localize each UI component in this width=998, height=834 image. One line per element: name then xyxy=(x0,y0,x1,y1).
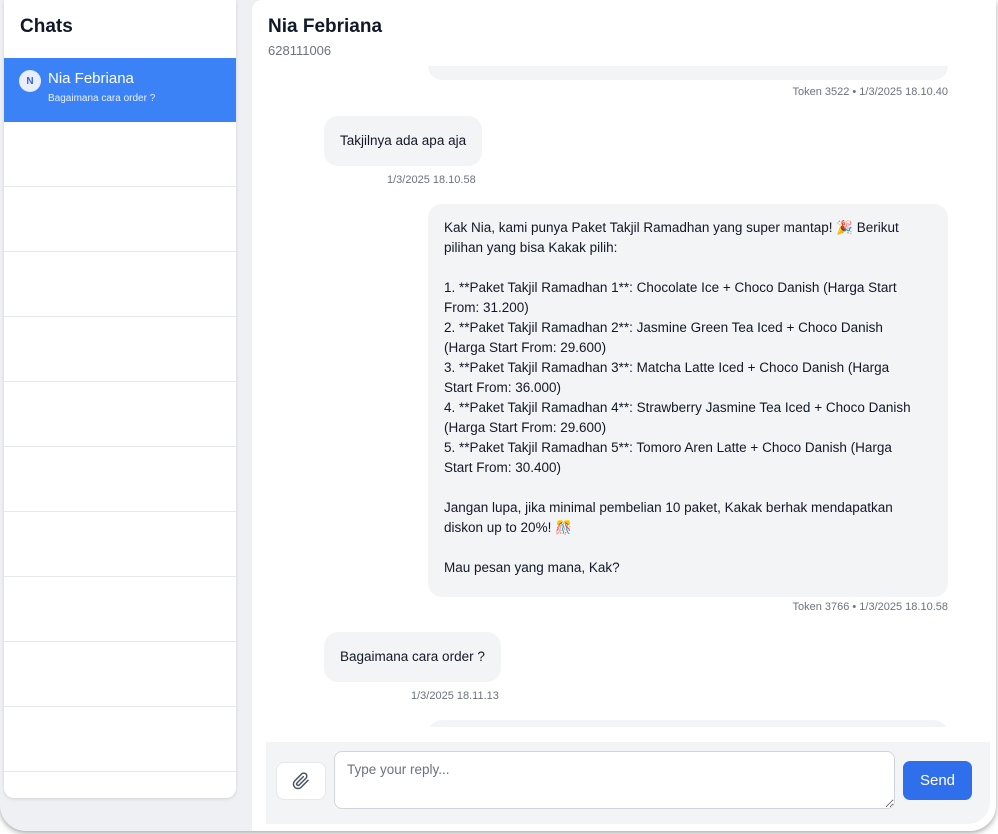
chat-item-empty xyxy=(4,317,236,382)
message-line: Mau pesan yang mana, Kak? xyxy=(444,560,620,575)
message-meta: Token 3522 • 1/3/2025 18.10.40 xyxy=(792,86,948,98)
attach-button[interactable] xyxy=(276,762,326,800)
sidebar-title: Chats xyxy=(20,16,73,37)
chat-sidebar: Chats N Nia Febriana Bagaimana cara orde… xyxy=(4,0,236,798)
chat-item-name: Nia Febriana xyxy=(48,70,134,87)
contact-phone: 628111006 xyxy=(268,43,332,58)
message-line: diskon up to 20%! 🎊 xyxy=(444,520,572,535)
app-window: Chats N Nia Febriana Bagaimana cara orde… xyxy=(0,0,996,831)
message-text: Takjilnya ada apa aja xyxy=(340,133,467,148)
bot-message-bubble xyxy=(428,720,948,727)
chat-item-empty xyxy=(4,642,236,707)
message-line: (Harga Start From: 29.600) xyxy=(444,340,607,355)
contact-name: Nia Febriana xyxy=(268,16,383,37)
message-line: From: 31.200) xyxy=(444,300,529,315)
message-line: 2. **Paket Takjil Ramadhan 2**: Jasmine … xyxy=(444,320,883,335)
message-line: Start From: 36.000) xyxy=(444,380,562,395)
message-line: pilihan yang bisa Kakak pilih: xyxy=(444,240,618,255)
message-line xyxy=(444,538,932,558)
message-text: Bagaimana cara order ? xyxy=(340,649,485,664)
chat-item-empty xyxy=(4,187,236,252)
message-meta: 1/3/2025 18.10.58 xyxy=(387,174,476,186)
message-meta: 1/3/2025 18.11.13 xyxy=(411,690,499,702)
bot-message-bubble xyxy=(428,66,948,80)
chat-item-empty xyxy=(4,122,236,187)
conversation-panel: Nia Febriana 628111006 Token 3522 • 1/3/… xyxy=(252,0,996,831)
message-line: 1. **Paket Takjil Ramadhan 1**: Chocolat… xyxy=(444,280,897,295)
chat-item-empty xyxy=(4,577,236,642)
chat-item-nia-febriana[interactable]: N Nia Febriana Bagaimana cara order ? xyxy=(4,58,236,122)
reply-composer: Send xyxy=(266,742,990,824)
chat-item-empty xyxy=(4,252,236,317)
message-meta: Token 3766 • 1/3/2025 18.10.58 xyxy=(792,601,948,613)
chat-item-empty xyxy=(4,382,236,447)
message-line: Jangan lupa, jika minimal pembelian 10 p… xyxy=(444,500,893,515)
chat-item-empty xyxy=(4,447,236,512)
message-line: 3. **Paket Takjil Ramadhan 3**: Matcha L… xyxy=(444,360,890,375)
chat-item-preview: Bagaimana cara order ? xyxy=(48,93,156,104)
chat-item-empty xyxy=(4,707,236,772)
message-line xyxy=(444,478,932,498)
avatar: N xyxy=(19,70,41,92)
reply-input[interactable] xyxy=(334,751,895,809)
message-list[interactable]: Token 3522 • 1/3/2025 18.10.40 Takjilnya… xyxy=(252,66,996,727)
send-button[interactable]: Send xyxy=(903,761,972,800)
chat-list: N Nia Febriana Bagaimana cara order ? xyxy=(4,58,236,772)
message-line: Start From: 30.400) xyxy=(444,460,562,475)
bot-message-bubble: Kak Nia, kami punya Paket Takjil Ramadha… xyxy=(428,204,948,597)
message-line: 5. **Paket Takjil Ramadhan 5**: Tomoro A… xyxy=(444,440,892,455)
user-message-bubble: Takjilnya ada apa aja xyxy=(324,116,483,166)
chat-item-empty xyxy=(4,512,236,577)
message-line: (Harga Start From: 29.600) xyxy=(444,420,607,435)
user-message-bubble: Bagaimana cara order ? xyxy=(324,632,501,682)
message-line: Kak Nia, kami punya Paket Takjil Ramadha… xyxy=(444,220,899,235)
paperclip-icon xyxy=(292,772,309,790)
message-line xyxy=(444,258,932,278)
message-line: 4. **Paket Takjil Ramadhan 4**: Strawber… xyxy=(444,400,911,415)
